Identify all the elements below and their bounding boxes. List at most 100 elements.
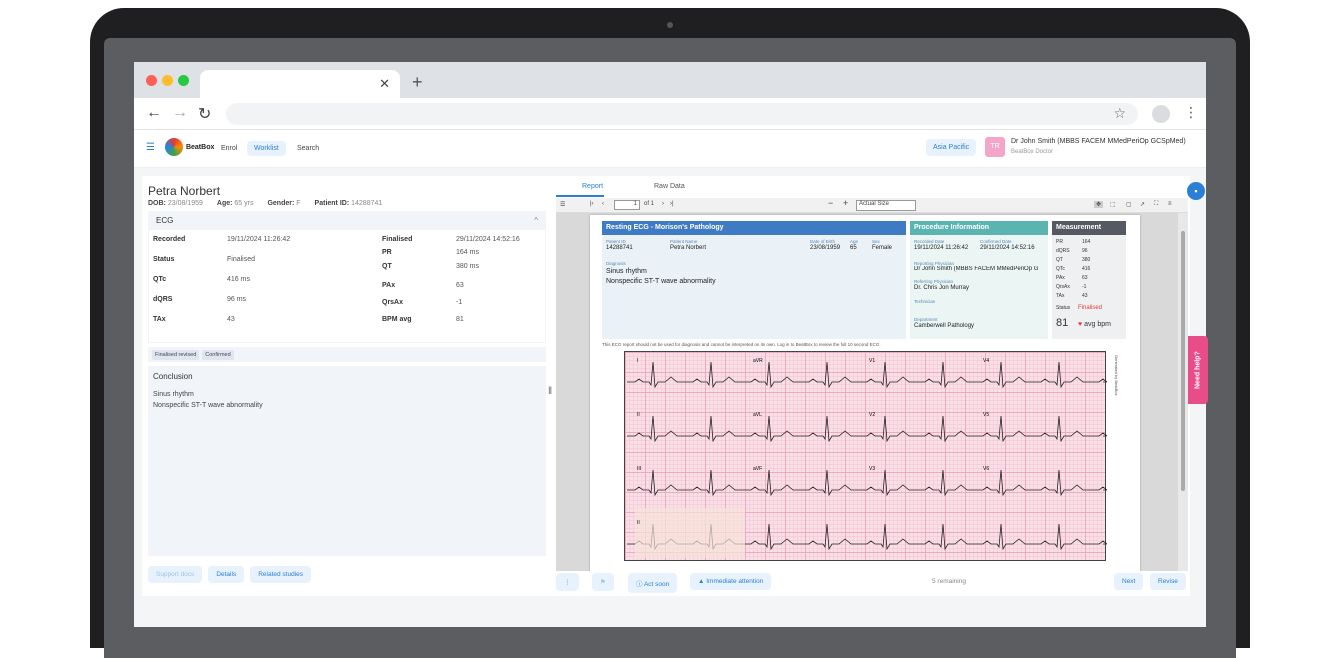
ecg-field: PAx 63 (382, 282, 464, 289)
field-value: 380 ms (456, 263, 479, 270)
need-help-tab[interactable]: Need help? (1188, 336, 1208, 404)
field-label: TAx (153, 316, 166, 323)
lead-label: I (637, 358, 638, 364)
measurement-label: QT (1056, 257, 1063, 263)
measurement-box: PR 164 dQRS 96 QT 380 QTc 416 PAx 63 QrsAx -1 … (1052, 235, 1126, 339)
zoom-select[interactable]: Actual Size (856, 200, 916, 211)
chevron-up-icon[interactable]: ^ (534, 216, 538, 225)
minimize-window-icon[interactable] (162, 75, 173, 86)
panel-splitter-handle[interactable]: ‖ (548, 386, 552, 397)
pan-tool-icon[interactable]: ✥ (1094, 201, 1104, 208)
field-label: dQRS (153, 296, 173, 303)
lead-label: aVR (753, 358, 763, 364)
field-label: Age (850, 239, 859, 244)
field-value: -1 (456, 299, 463, 306)
status-badge: Confirmed (202, 349, 234, 360)
flag-button[interactable]: ⚑ (592, 573, 614, 591)
page-number-input[interactable]: 1 (614, 200, 640, 210)
back-icon[interactable]: ← (146, 104, 162, 122)
bookmark-star-icon[interactable]: ☆ (1113, 105, 1126, 122)
pdf-menu-icon[interactable]: ≡ (1168, 201, 1172, 207)
immediate-attention-button[interactable]: ▲ Immediate attention (690, 573, 772, 590)
pdf-scrollbar[interactable] (1178, 213, 1188, 571)
forward-icon[interactable]: → (172, 104, 188, 122)
field-label: QrsAx (382, 299, 404, 306)
nav-enrol[interactable]: Enrol (214, 141, 244, 156)
ecg-waveforms: I aVR V1 V4 II aVL V2 V5 III aVF V3 V6 I… (627, 358, 1107, 558)
dob-label: DOB: (148, 200, 166, 207)
app-logo[interactable]: ☰ BeatBox (146, 138, 214, 156)
immediate-attention-label: Immediate attention (706, 578, 764, 585)
measurement-label: dQRS (1056, 248, 1070, 254)
ecg-field: TAx 43 (153, 316, 235, 323)
last-page-icon[interactable]: ›| (670, 201, 674, 207)
tab-raw-data[interactable]: Raw Data (654, 183, 685, 190)
hamburger-menu-icon[interactable]: ☰ (146, 142, 155, 153)
user-name: Dr John Smith (MBBS FACEM MMedPeriOp GCS… (1011, 138, 1186, 145)
chat-icon[interactable]: ▪ (1187, 182, 1205, 200)
close-window-icon[interactable] (146, 75, 157, 86)
measurement-label: QTc (1056, 266, 1065, 272)
field-label: PR (382, 249, 392, 256)
avatar[interactable]: TR (985, 137, 1005, 157)
patient-id-value: 14288741 (351, 200, 383, 207)
region-selector[interactable]: Asia Pacific (926, 139, 977, 156)
browser-tab[interactable]: ✕ (200, 70, 400, 98)
patient-meta: DOB: 23/08/1959 Age: 65 yrs Gender: F Pa… (148, 200, 546, 207)
first-page-icon[interactable]: |‹ (590, 201, 594, 207)
more-actions-button[interactable]: ⋮ (556, 573, 579, 591)
app-header: ☰ BeatBox Enrol Worklist Search Asia Pac… (134, 130, 1206, 168)
nav-search[interactable]: Search (290, 141, 326, 156)
act-soon-button[interactable]: ⓘ Act soon (628, 573, 678, 593)
measurement-row: dQRS 96 (1056, 248, 1088, 254)
measurement-value: 164 (1082, 239, 1091, 245)
reload-icon[interactable]: ↻ (198, 104, 211, 124)
zoom-out-icon[interactable]: − (828, 198, 833, 208)
address-bar[interactable]: ☆ (226, 103, 1138, 125)
document-icon[interactable]: ▢ (1126, 201, 1132, 208)
act-soon-label: Act soon (643, 581, 670, 588)
prev-page-icon[interactable]: ‹ (602, 201, 604, 207)
heart-icon: ♥ (1078, 321, 1083, 328)
report-page: Resting ECG - Morison's Pathology Patien… (590, 215, 1140, 571)
next-page-icon[interactable]: › (662, 201, 664, 207)
ecg-waveform (627, 361, 1107, 389)
tab-report[interactable]: Report (582, 183, 603, 190)
report-title: Resting ECG - Morison's Pathology (602, 221, 906, 235)
scroll-thumb[interactable] (1181, 231, 1185, 491)
ecg-section-header[interactable]: ECG ^ (148, 211, 546, 229)
ecg-details: Recorded 19/11/2024 11:26:42 Status Finali… (148, 229, 546, 343)
measurement-row: QT 380 (1056, 257, 1090, 263)
support-docs-button[interactable]: Support docs (148, 566, 203, 583)
ecg-waveform (627, 469, 1107, 497)
browser-menu-icon[interactable]: ⋮ (1184, 104, 1198, 121)
nav-worklist[interactable]: Worklist (247, 141, 286, 156)
zoom-in-icon[interactable]: + (843, 198, 848, 208)
sidebar-toggle-icon[interactable]: ☰ (560, 201, 565, 208)
close-tab-icon[interactable]: ✕ (379, 76, 390, 92)
open-external-icon[interactable]: ↗ (1140, 201, 1145, 208)
related-studies-button[interactable]: Related studies (250, 566, 311, 583)
next-button[interactable]: Next (1114, 573, 1144, 590)
revise-button[interactable]: Revise (1150, 573, 1186, 590)
field-value: 14288741 (606, 245, 633, 251)
pdf-toolbar: ☰ |‹ ‹ 1 of 1 › ›| − + Actual Size ✥ ⬚ ▢… (556, 198, 1188, 213)
report-panel: Report Raw Data ☰ |‹ ‹ 1 of 1 › ›| − + A… (556, 176, 1188, 596)
field-label: QT (382, 263, 392, 270)
browser-profile-icon[interactable] (1152, 105, 1170, 123)
lead-label: V3 (869, 466, 875, 472)
field-label: Sex (872, 239, 880, 244)
measurement-row: QTc 416 (1056, 266, 1090, 272)
select-tool-icon[interactable]: ⬚ (1110, 201, 1116, 208)
warning-icon: ▲ (698, 578, 705, 585)
logo-text: BeatBox (185, 143, 215, 151)
fullscreen-icon[interactable]: ⛶ (1154, 201, 1158, 208)
ecg-trace-grid: I aVR V1 V4 II aVL V2 V5 III aVF V3 V6 I… (624, 351, 1107, 561)
maximize-window-icon[interactable] (178, 75, 189, 86)
details-button[interactable]: Details (208, 566, 245, 583)
field-value: 29/11/2024 14:52:16 (456, 236, 520, 243)
new-tab-icon[interactable]: + (412, 72, 423, 93)
measurement-value: -1 (1082, 284, 1087, 290)
ecg-field: Finalised 29/11/2024 14:52:16 (382, 236, 520, 243)
pdf-viewer[interactable]: Resting ECG - Morison's Pathology Patien… (556, 213, 1188, 571)
